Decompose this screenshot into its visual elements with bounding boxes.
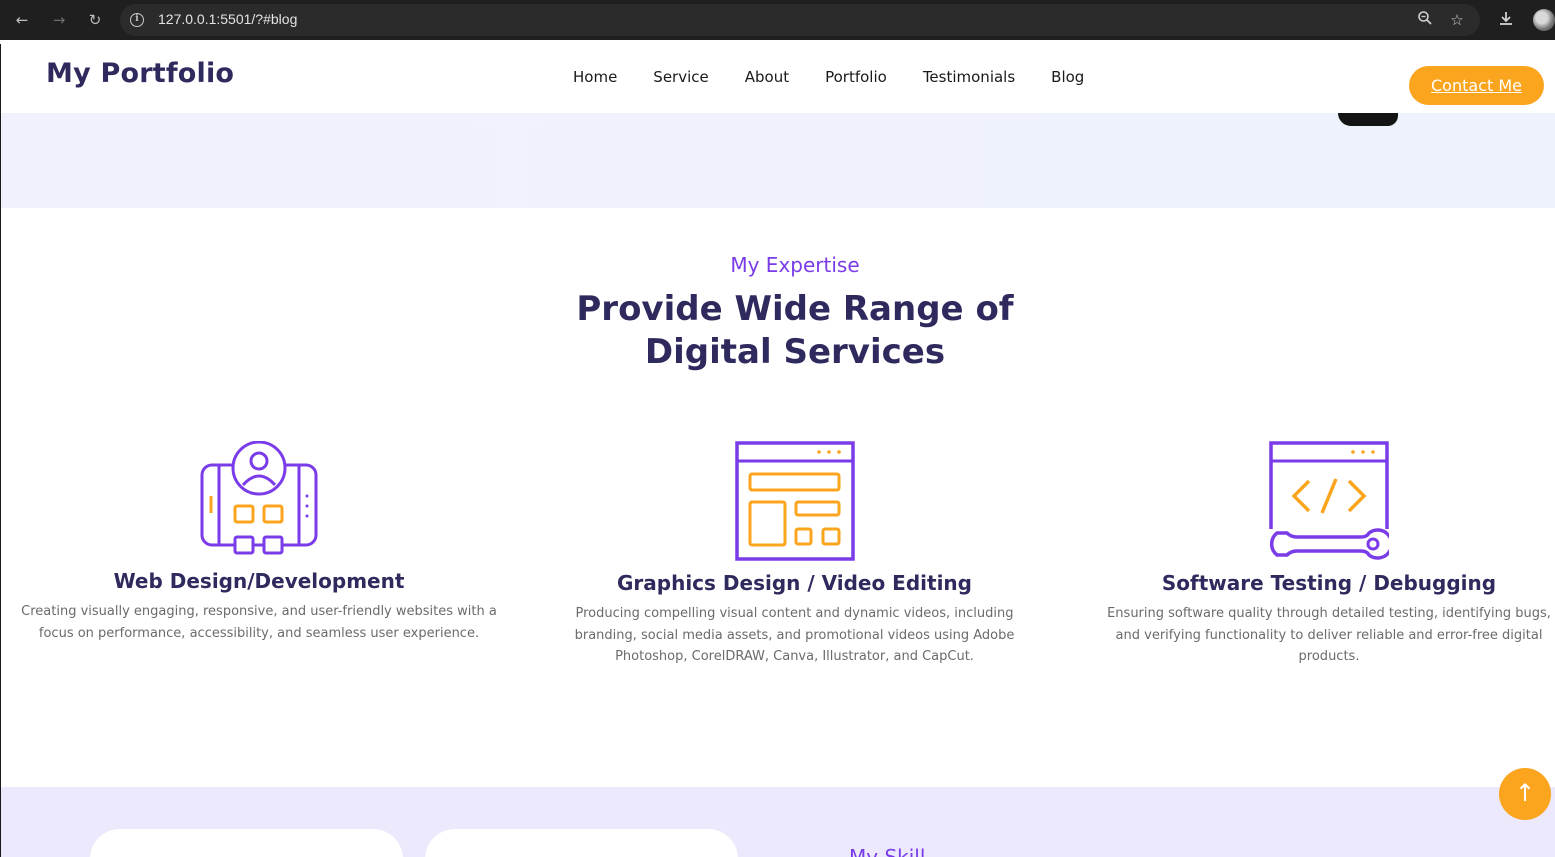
service-description: Ensuring software quality through detail… (1107, 606, 1551, 664)
responsive-design-icon (200, 441, 318, 555)
browser-toolbar: ← → ↻ i 127.0.0.1:5501/?#blog ☆ (0, 0, 1555, 40)
service-title: Software Testing / Debugging (1161, 571, 1497, 595)
scroll-to-top-button[interactable]: ↑ (1499, 768, 1551, 820)
hero-decorative-shape (1338, 113, 1398, 126)
nav-testimonials[interactable]: Testimonials (923, 68, 1015, 86)
nav-service[interactable]: Service (653, 68, 708, 86)
zoom-icon[interactable] (1415, 10, 1435, 30)
section-title: Provide Wide Range of Digital Services (1, 288, 1555, 374)
nav-blog[interactable]: Blog (1051, 68, 1084, 86)
nav-about[interactable]: About (745, 68, 789, 86)
section-subtitle: My Expertise (730, 253, 860, 277)
layout-design-icon (734, 441, 855, 561)
hero-section-bottom (0, 113, 1555, 208)
service-card-web: Web Design/Development Creating visually… (19, 441, 499, 644)
download-icon[interactable] (1496, 10, 1516, 30)
site-info-icon[interactable]: i (130, 13, 144, 27)
address-bar[interactable]: i 127.0.0.1:5501/?#blog ☆ (120, 4, 1480, 36)
section-title-line2: Digital Services (644, 332, 946, 372)
skills-section: My Skill (0, 787, 1555, 857)
back-icon[interactable]: ← (12, 10, 32, 30)
nav-home[interactable]: Home (573, 68, 617, 86)
url-text[interactable]: 127.0.0.1:5501/?#blog (158, 11, 297, 27)
section-title-line1: Provide Wide Range of (576, 289, 1014, 329)
nav-portfolio[interactable]: Portfolio (825, 68, 887, 86)
service-description: Creating visually engaging, responsive, … (21, 604, 497, 641)
code-wrench-icon (1269, 441, 1389, 560)
service-title: Web Design/Development (113, 569, 405, 593)
skill-card (425, 829, 738, 857)
expertise-section: My Expertise Provide Wide Range of Digit… (0, 208, 1555, 787)
forward-icon[interactable]: → (49, 10, 69, 30)
service-title: Graphics Design / Video Editing (617, 571, 972, 595)
site-header: My Portfolio Home Service About Portfoli… (0, 44, 1555, 113)
service-card-graphics: Graphics Design / Video Editing Producin… (567, 441, 1022, 668)
reload-icon[interactable]: ↻ (85, 10, 105, 30)
main-nav: Home Service About Portfolio Testimonial… (573, 68, 1120, 86)
service-description: Producing compelling visual content and … (574, 606, 1015, 664)
contact-me-button[interactable]: Contact Me (1409, 66, 1544, 105)
skill-card (90, 829, 403, 857)
bookmark-star-icon[interactable]: ☆ (1447, 10, 1467, 30)
site-logo[interactable]: My Portfolio (46, 58, 234, 89)
skills-subtitle: My Skill (849, 845, 926, 857)
service-card-testing: Software Testing / Debugging Ensuring so… (1104, 441, 1554, 668)
profile-avatar[interactable] (1533, 9, 1555, 31)
